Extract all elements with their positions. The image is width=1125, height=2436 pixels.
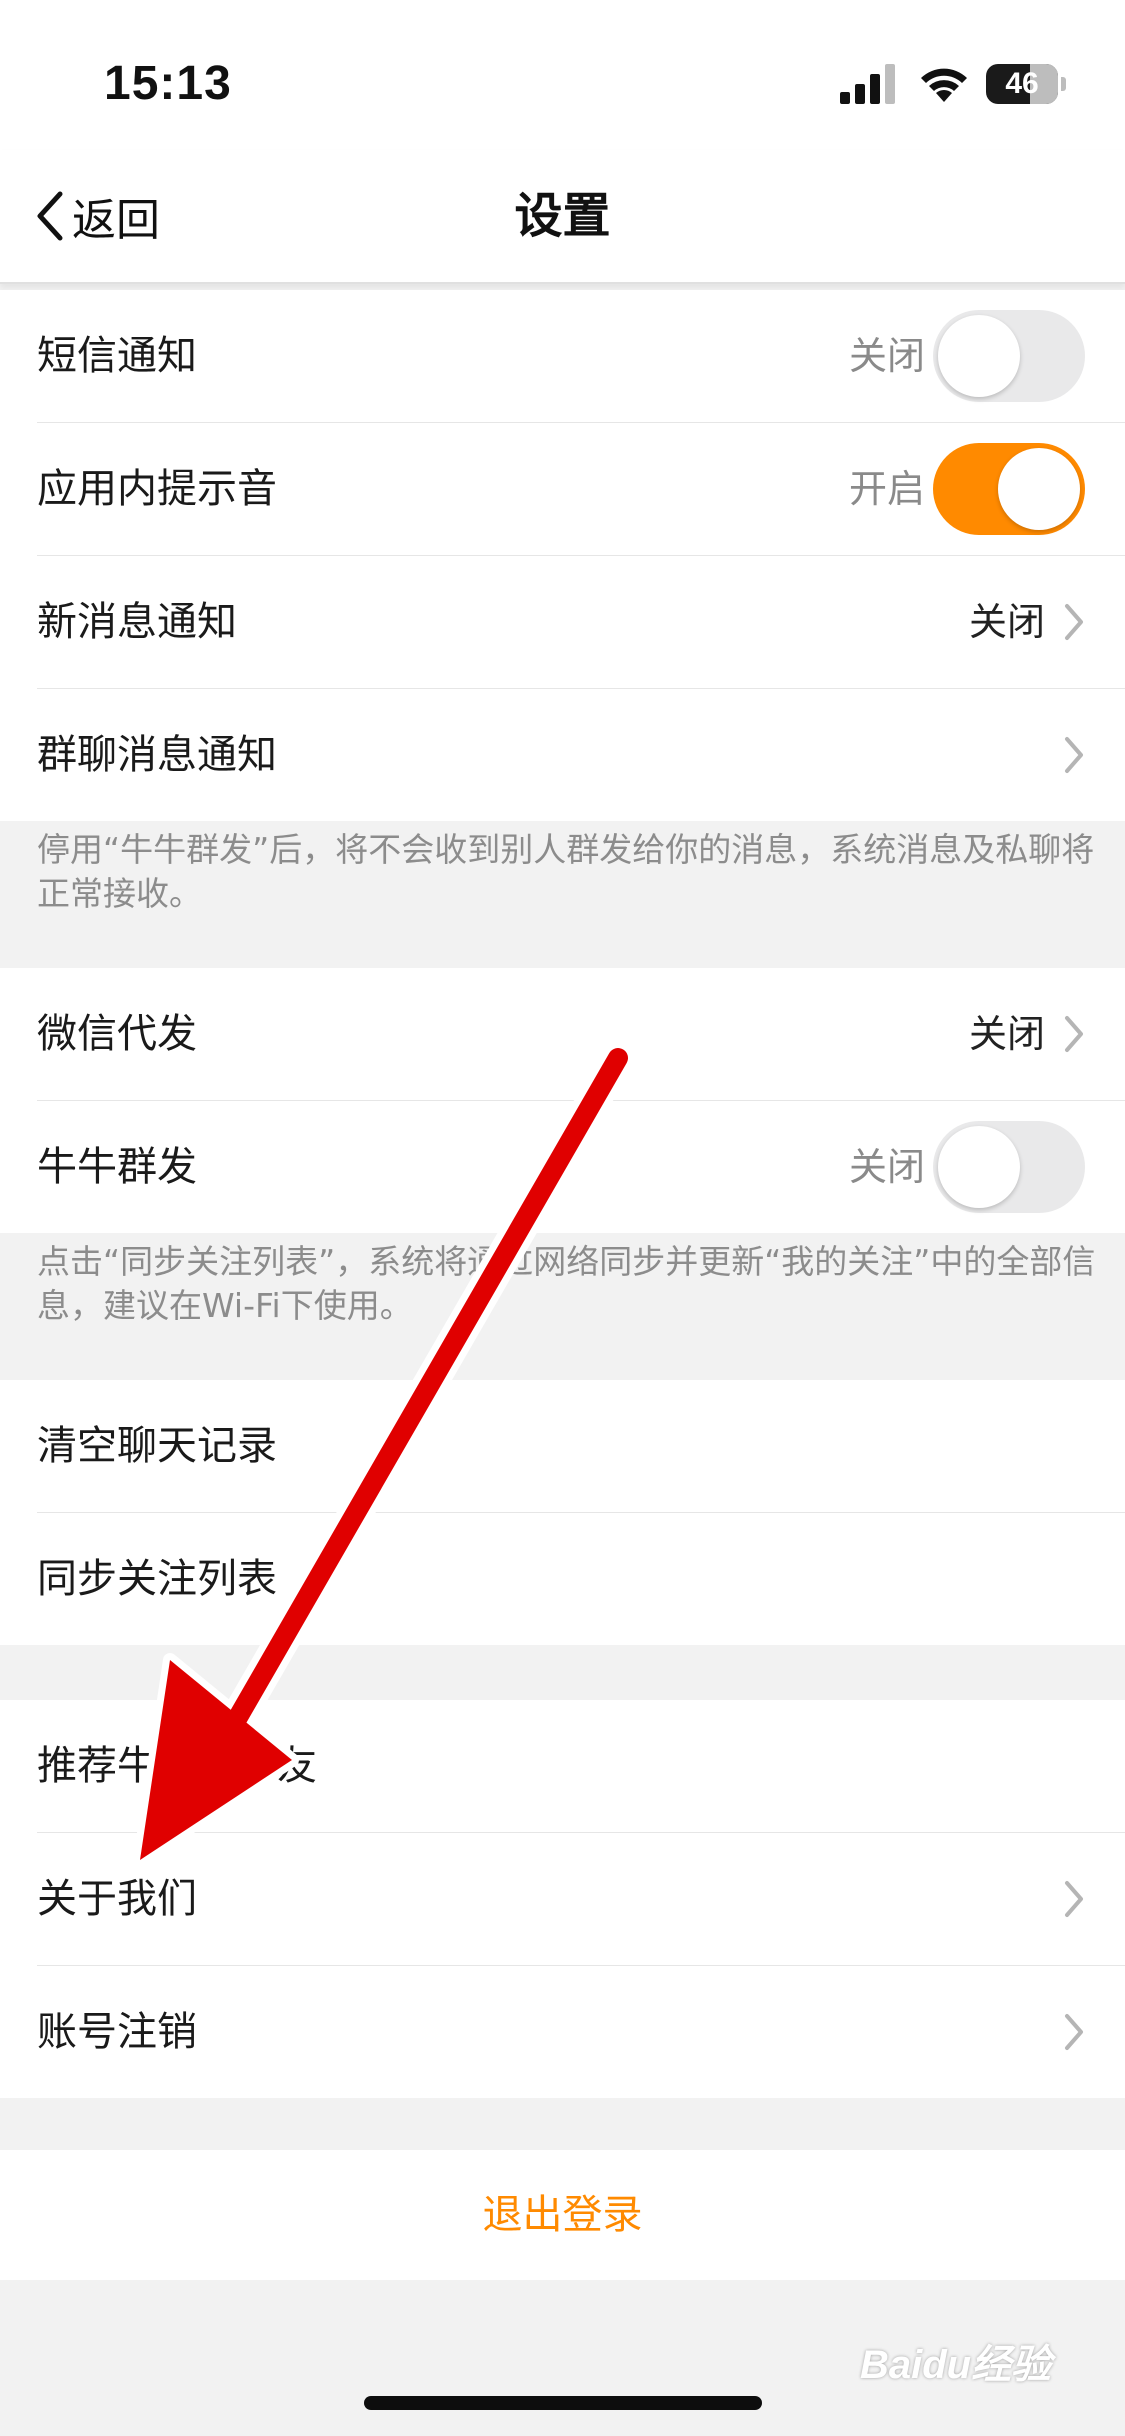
- in-app-sound-toggle[interactable]: [933, 443, 1085, 535]
- row-label: 同步关注列表: [37, 1556, 277, 1602]
- row-label: 微信代发: [37, 1011, 197, 1057]
- row-value: 开启: [848, 467, 925, 511]
- settings-row-in-app-sound: 应用内提示音 开启: [37, 423, 1125, 556]
- row-label: 新消息通知: [37, 599, 237, 645]
- row-label: 账号注销: [37, 2009, 197, 2055]
- settings-row-recommend[interactable]: 推荐牛牛给好友: [37, 1700, 1125, 1833]
- settings-group-notifications: 短信通知 关闭 应用内提示音 开启 新消息通知 关闭 群聊消息通知: [0, 290, 1125, 821]
- settings-group-about: 推荐牛牛给好友 关于我们 账号注销: [0, 1700, 1125, 2098]
- status-time: 15:13: [104, 57, 232, 110]
- row-label: 牛牛群发: [37, 1144, 197, 1190]
- settings-row-new-message-notify[interactable]: 新消息通知 关闭: [37, 556, 1125, 689]
- settings-row-clear-chat[interactable]: 清空聊天记录: [37, 1380, 1125, 1513]
- sync-note: 点击“同步关注列表”，系统将通过网络同步并更新“我的关注”中的全部信息，建议在W…: [37, 1242, 1096, 1325]
- sms-notify-toggle[interactable]: [933, 310, 1085, 402]
- row-label: 推荐牛牛给好友: [37, 1743, 317, 1789]
- broadcast-note: 停用“牛牛群发”后，将不会收到别人群发给你的消息，系统消息及私聊将正常接收。: [37, 830, 1095, 913]
- row-value: 关闭: [968, 600, 1045, 644]
- navigation-bar: 设置 返回: [0, 150, 1125, 284]
- page-title: 设置: [514, 188, 611, 244]
- settings-row-about-us[interactable]: 关于我们: [37, 1833, 1125, 1966]
- row-value: 关闭: [968, 1012, 1045, 1056]
- settings-row-sms-notify: 短信通知 关闭: [37, 290, 1125, 423]
- settings-row-group-chat-notify[interactable]: 群聊消息通知: [37, 689, 1125, 821]
- chevron-right-icon: [1065, 1881, 1083, 1917]
- row-label: 短信通知: [37, 333, 197, 379]
- back-button[interactable]: 返回: [30, 180, 160, 252]
- niuniu-broadcast-toggle[interactable]: [933, 1121, 1085, 1213]
- row-value: 关闭: [848, 1145, 925, 1189]
- battery-level: 46: [1005, 67, 1039, 100]
- row-label: 应用内提示音: [37, 466, 277, 512]
- settings-row-account-cancel[interactable]: 账号注销: [37, 1966, 1125, 2098]
- baidu-jingyan-watermark: Baidu经验: [860, 2343, 1052, 2387]
- chevron-left-icon: [37, 191, 63, 241]
- row-label: 关于我们: [37, 1876, 197, 1922]
- settings-group-data: 清空聊天记录 同步关注列表: [0, 1380, 1125, 1645]
- battery-icon: 46: [986, 62, 1066, 106]
- row-label: 群聊消息通知: [37, 732, 277, 778]
- settings-row-sync-follow[interactable]: 同步关注列表: [37, 1513, 1125, 1645]
- row-value: 关闭: [848, 334, 925, 378]
- chevron-right-icon: [1065, 604, 1083, 640]
- status-bar: 15:13 46: [0, 0, 1125, 150]
- settings-row-wechat-forward[interactable]: 微信代发 关闭: [37, 968, 1125, 1101]
- cellular-signal-icon: [840, 64, 895, 104]
- chevron-right-icon: [1065, 1016, 1083, 1052]
- logout-button[interactable]: 退出登录: [0, 2150, 1125, 2280]
- back-label: 返回: [72, 195, 160, 246]
- chevron-right-icon: [1065, 737, 1083, 773]
- wifi-icon: [921, 68, 967, 102]
- settings-row-niuniu-broadcast: 牛牛群发 关闭: [37, 1101, 1125, 1233]
- home-indicator[interactable]: [364, 2396, 762, 2410]
- row-label: 清空聊天记录: [37, 1423, 277, 1469]
- settings-group-forwarding: 微信代发 关闭 牛牛群发 关闭: [0, 968, 1125, 1233]
- chevron-right-icon: [1065, 2014, 1083, 2050]
